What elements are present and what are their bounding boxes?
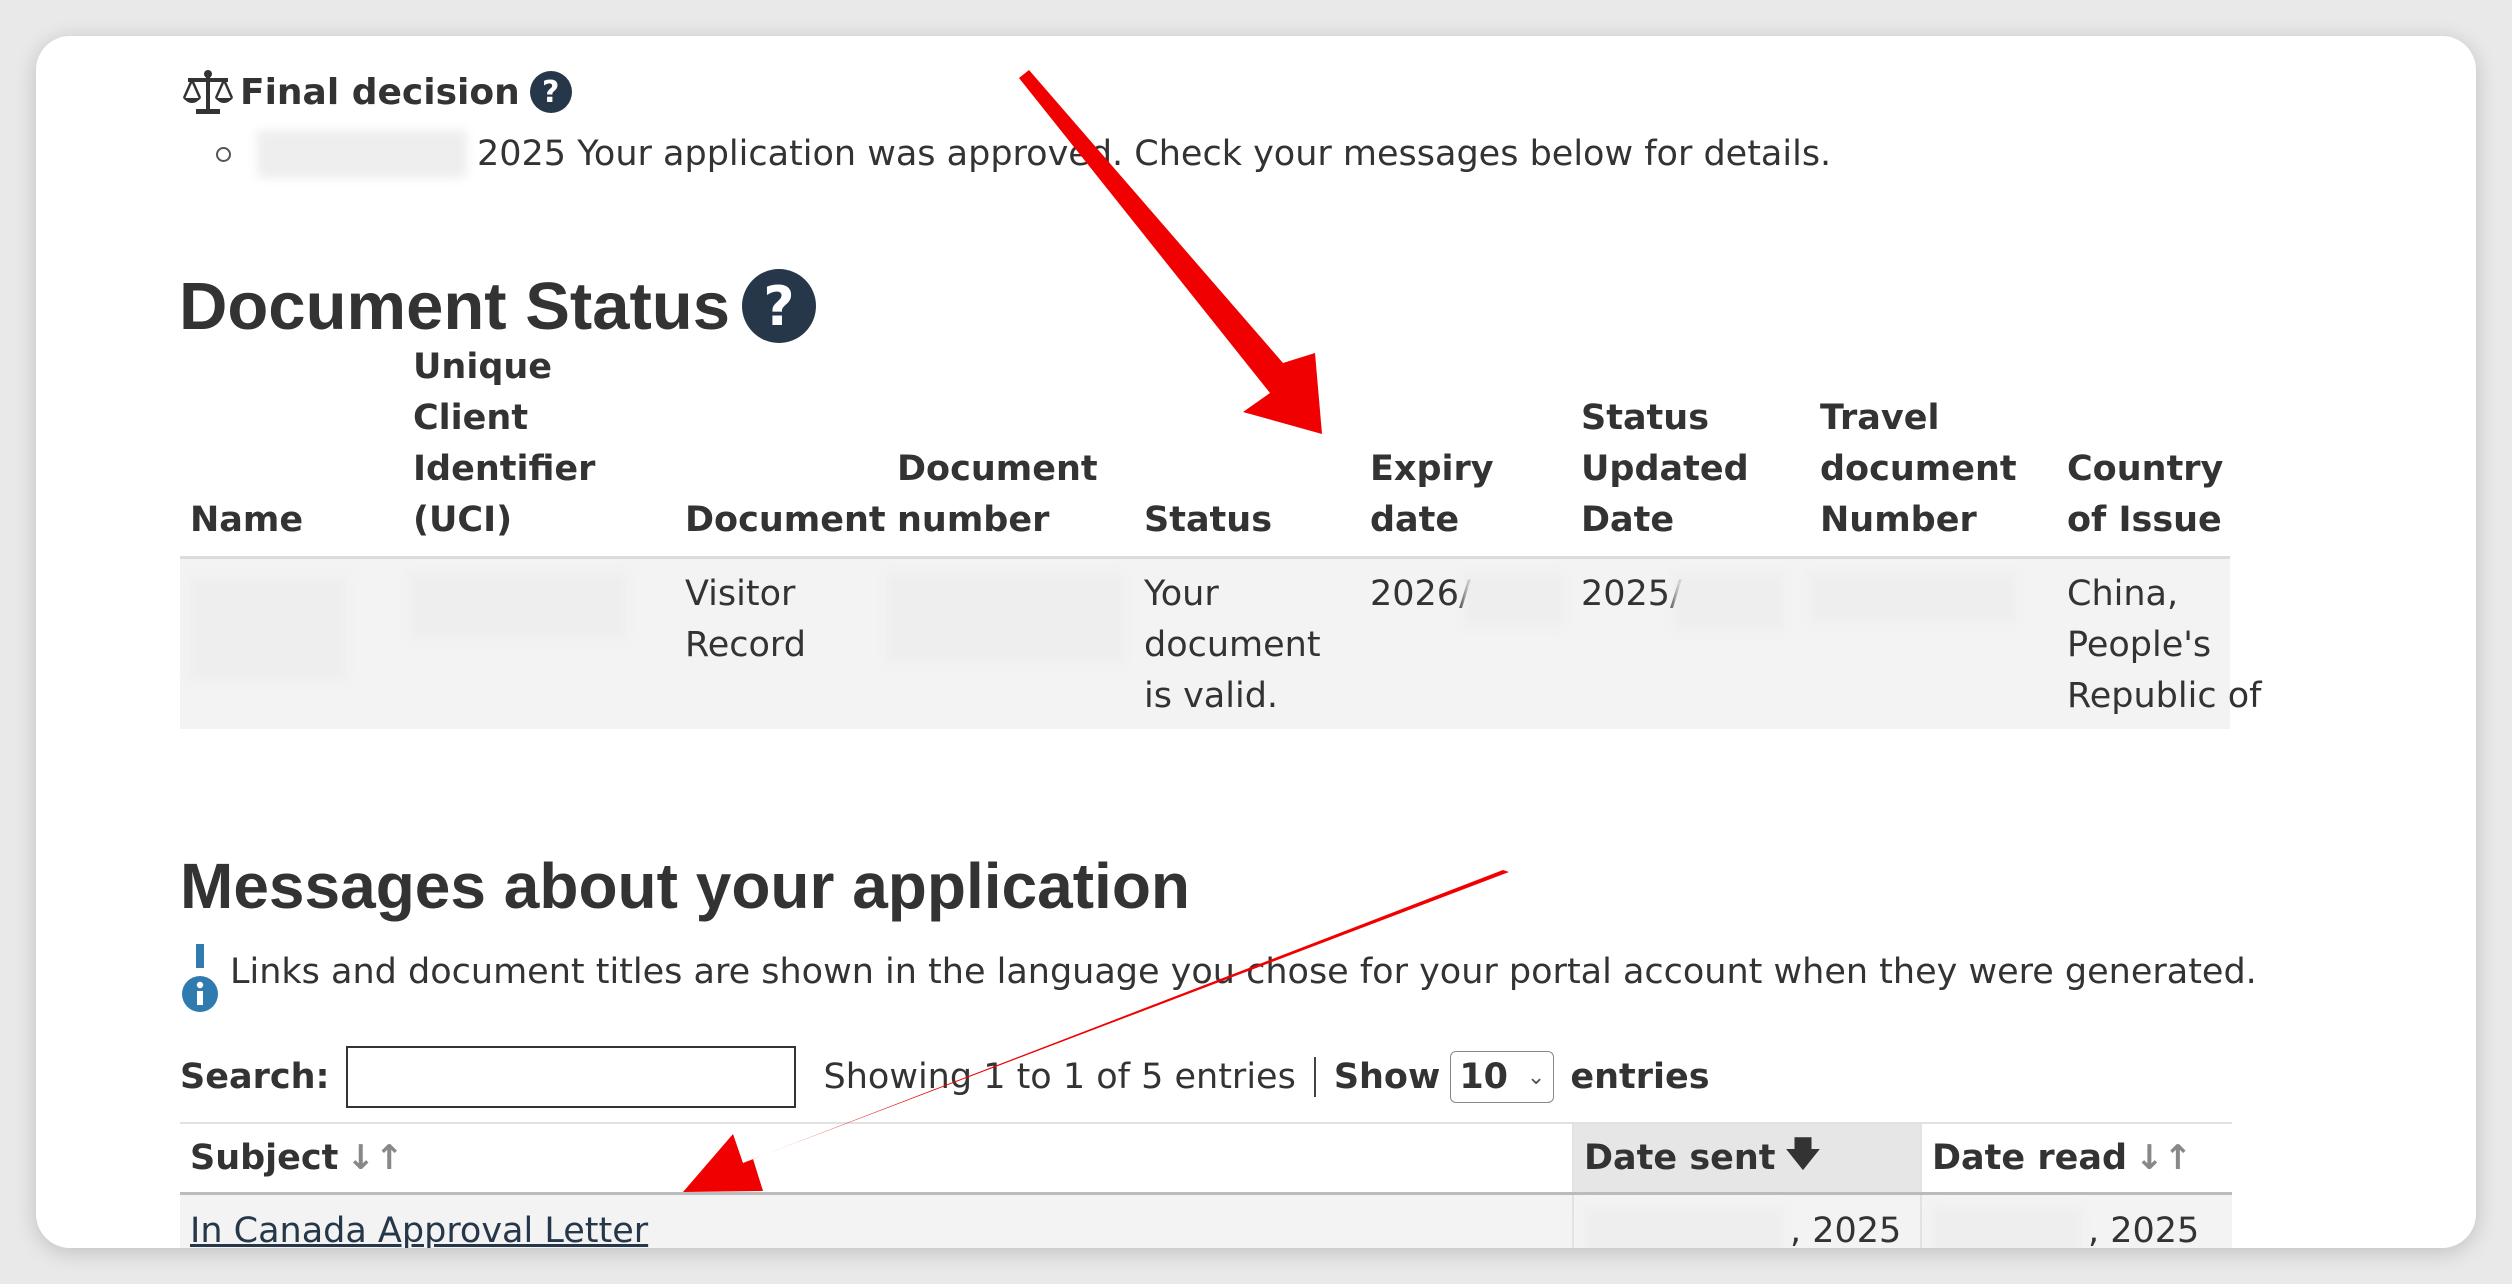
redacted-uci (410, 573, 626, 639)
cell-expiry-prefix: 2026/ (1370, 574, 1471, 614)
col-expiry-date: Expiry date (1370, 449, 1494, 540)
redacted-name (190, 577, 346, 681)
redacted-travel-doc (1810, 573, 2016, 623)
col-uci: Unique Client Identifier (UCI) (413, 347, 596, 540)
document-status-heading: Document Status ? (179, 256, 816, 356)
col-name: Name (190, 500, 304, 540)
redacted-date (1932, 1207, 2082, 1248)
page-card: Final decision ? 2025 Your application w… (36, 36, 2476, 1248)
document-status-title: Document Status (179, 268, 730, 344)
document-status-table: Name Unique Client Identifier (UCI) Docu… (180, 347, 2261, 729)
question-circle-icon[interactable]: ? (741, 269, 816, 343)
sort-down-icon: 🡇 (1785, 1133, 1821, 1174)
search-label: Search: (180, 1057, 330, 1097)
redacted-date (257, 130, 467, 178)
col-status-updated: Status Updated Date (1581, 398, 1749, 540)
col-travel-doc: Travel document Number (1820, 398, 2017, 540)
cell-subject: In Canada Approval Letter (180, 1195, 1572, 1248)
col-date-sent-sort[interactable]: Date sent 🡇 (1572, 1124, 1920, 1192)
col-country: Country of Issue (2067, 449, 2224, 540)
redacted-expiry (1464, 573, 1564, 627)
table-row: Visitor Record Your document is valid. 2… (180, 559, 2261, 729)
cell-status: Your document is valid. (1144, 574, 1321, 716)
final-decision-heading: Final decision ? (180, 64, 572, 120)
final-decision-title: Final decision (240, 71, 520, 113)
messages-table: Subject ↓↑ Date sent 🡇 Date read ↓↑ In C… (180, 1122, 2232, 1248)
redacted-updated (1674, 573, 1784, 631)
table-header-row: Name Unique Client Identifier (UCI) Docu… (180, 347, 2230, 559)
bullet-circle (216, 146, 231, 162)
showing-entries-text: Showing 1 to 1 of 5 entries (823, 1057, 1296, 1097)
page-size-select[interactable]: 10 ⌄ (1450, 1051, 1555, 1103)
date-sent-suffix: , 2025 (1790, 1211, 1902, 1248)
final-decision-text: 2025 Your application was approved. Chec… (477, 134, 1832, 174)
divider (1313, 1057, 1316, 1097)
page-size-value: 10 (1459, 1057, 1509, 1097)
col-document-number: Document number (897, 449, 1098, 540)
show-label: Show (1333, 1057, 1441, 1097)
redacted-document-number (886, 573, 1124, 663)
message-link[interactable]: In Canada Approval Letter (190, 1211, 648, 1248)
cell-country: China, People's Republic of (2067, 574, 2262, 716)
messages-title: Messages about your application (180, 850, 1190, 922)
col-subject-label: Subject (190, 1138, 339, 1178)
chevron-down-icon: ⌄ (1526, 1064, 1546, 1090)
language-info-note: Links and document titles are shown in t… (180, 940, 2257, 1020)
info-text: Links and document titles are shown in t… (230, 952, 2257, 992)
sort-both-icon: ↓↑ (2135, 1138, 2192, 1178)
final-decision-item: 2025 Your application was approved. Chec… (216, 124, 1831, 184)
table-row: In Canada Approval Letter , 2025 , 2025 (180, 1195, 2232, 1248)
table-header-row: Subject ↓↑ Date sent 🡇 Date read ↓↑ (180, 1124, 2232, 1195)
cell-date-read: , 2025 (1920, 1195, 2232, 1248)
sort-both-icon: ↓↑ (346, 1138, 404, 1178)
cell-document: Visitor Record (685, 574, 806, 665)
col-document: Document (685, 500, 886, 540)
col-date-read-sort[interactable]: Date read ↓↑ (1920, 1124, 2232, 1192)
search-input[interactable] (345, 1046, 796, 1108)
messages-heading: Messages about your application (180, 836, 1190, 936)
info-icon (182, 944, 218, 1012)
cell-date-sent: , 2025 (1572, 1195, 1920, 1248)
cell-updated-prefix: 2025/ (1581, 574, 1682, 614)
col-status: Status (1144, 500, 1273, 540)
table-controls: Search: Showing 1 to 1 of 5 entries Show… (180, 1042, 1710, 1112)
date-read-suffix: , 2025 (2088, 1211, 2200, 1248)
balance-scale-icon (182, 70, 234, 114)
entries-label: entries (1570, 1057, 1710, 1097)
question-circle-icon[interactable]: ? (529, 71, 572, 113)
col-date-read-label: Date read (1932, 1138, 2127, 1178)
col-subject-sort[interactable]: Subject ↓↑ (180, 1124, 1572, 1192)
col-date-sent-label: Date sent (1584, 1138, 1776, 1178)
redacted-date (1584, 1207, 1784, 1248)
